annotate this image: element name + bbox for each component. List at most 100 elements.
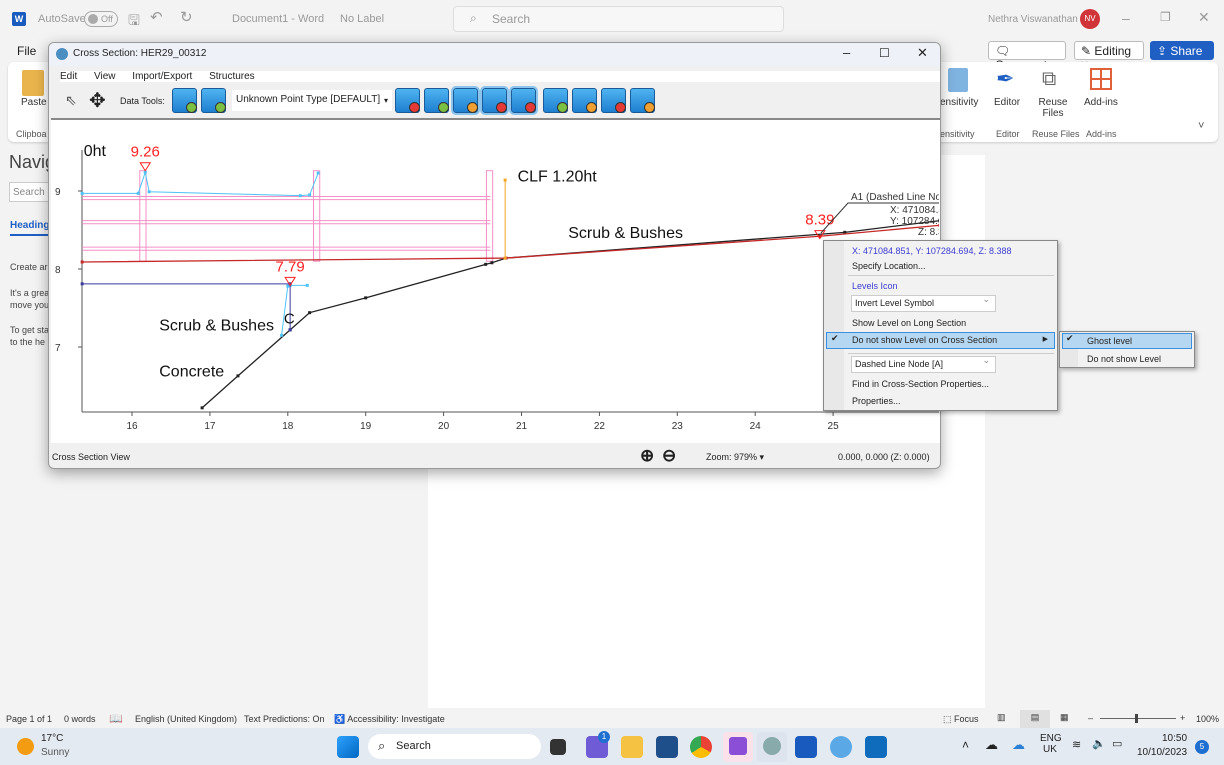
data-point — [298, 194, 302, 198]
data-point — [80, 191, 84, 195]
x-tick-label: 16 — [126, 421, 138, 432]
data-point — [147, 190, 151, 194]
file-explorer-icon[interactable] — [621, 736, 643, 758]
clock-date[interactable]: 10/10/2023 — [1137, 747, 1187, 758]
menu-item-do-not-show-level-cross-section[interactable]: ✔ Do not show Level on Cross Section ▶ — [826, 332, 1055, 349]
paint-icon[interactable] — [830, 736, 852, 758]
chrome-icon[interactable] — [690, 736, 712, 758]
zoom-percent[interactable]: 100% — [1196, 714, 1219, 724]
zoom-out-button[interactable]: – — [1088, 713, 1093, 723]
taskbar-search[interactable]: ⌕ Search — [368, 734, 541, 759]
level-label: 8.39 — [805, 212, 834, 229]
cloud-icon[interactable]: ☁ — [985, 737, 998, 753]
series-line — [82, 170, 319, 197]
checkmark-icon: ✔ — [831, 333, 839, 343]
search-icon: ⌕ — [378, 738, 386, 753]
callout-z: Z: 8.3 — [918, 227, 944, 238]
x-tick-label: 17 — [204, 421, 216, 432]
node-select[interactable]: Dashed Line Node [A] — [851, 355, 996, 373]
data-point — [364, 296, 368, 300]
menu-gutter — [824, 241, 844, 410]
taskbar: 17°C Sunny ⌕ Search 1 ˄ ☁ ☁ ENG UK ≋ 🔈 ▭ … — [0, 728, 1224, 765]
accessibility-label: Accessibility: Investigate — [347, 714, 445, 724]
proofing-icon[interactable]: 📖 — [109, 712, 123, 725]
submenu-item-do-not-show-level[interactable]: Do not show Level — [1087, 354, 1161, 364]
task-view-icon[interactable] — [550, 739, 566, 755]
y-tick-label: 7 — [55, 343, 61, 354]
weather-condition[interactable]: Sunny — [41, 747, 69, 758]
data-point — [236, 374, 240, 378]
lang-line-2: UK — [1043, 744, 1057, 755]
level-label: 7.79 — [276, 258, 305, 275]
y-tick-label: 8 — [55, 265, 61, 276]
data-point — [305, 283, 309, 287]
zoom-slider[interactable] — [1100, 718, 1176, 719]
menu-item-properties[interactable]: Properties... — [852, 396, 901, 406]
data-point — [288, 328, 292, 332]
callout-x: X: 471084.8 — [890, 205, 944, 216]
zoom-slider-thumb[interactable] — [1135, 714, 1138, 723]
data-point — [80, 260, 84, 264]
temperature[interactable]: 17°C — [41, 733, 63, 744]
visual-studio-icon[interactable] — [723, 732, 753, 762]
zoom-in-button[interactable]: + — [1180, 713, 1185, 723]
annotation-label: C — [284, 311, 295, 328]
data-point — [484, 262, 488, 266]
word-count[interactable]: 0 words — [64, 714, 96, 724]
menu-separator — [848, 275, 1054, 276]
data-point — [80, 282, 84, 286]
show-hidden-icons[interactable]: ˄ — [962, 738, 969, 752]
menu-separator — [848, 353, 1054, 354]
text-predictions[interactable]: Text Predictions: On — [244, 714, 325, 724]
data-point — [490, 261, 494, 265]
web-layout-icon[interactable]: ▦ — [1060, 712, 1069, 723]
accessibility-status[interactable]: ♿ Accessibility: Investigate — [334, 714, 445, 725]
menu-item-show-level-long-section[interactable]: Show Level on Long Section — [852, 318, 966, 328]
battery-icon[interactable]: ▭ — [1112, 737, 1122, 750]
x-tick-label: 21 — [516, 421, 528, 432]
clock-time[interactable]: 10:50 — [1162, 733, 1187, 744]
wifi-icon[interactable]: ≋ — [1072, 738, 1081, 751]
x-tick-label: 22 — [594, 421, 606, 432]
x-tick-label: 18 — [282, 421, 294, 432]
annotation-label: Scrub & Bushes — [568, 225, 683, 242]
language[interactable]: English (United Kingdom) — [135, 714, 237, 724]
data-point — [503, 178, 507, 182]
data-point — [316, 171, 320, 175]
annotation-label: CLF 1.20ht — [518, 169, 598, 186]
page-count[interactable]: Page 1 of 1 — [6, 714, 52, 724]
annotation-label: 0ht — [84, 143, 107, 160]
data-point — [308, 311, 312, 315]
series-line — [82, 224, 939, 263]
menu-item-find-properties[interactable]: Find in Cross-Section Properties... — [852, 379, 989, 389]
language-indicator[interactable]: ENG UK — [1040, 733, 1062, 755]
sun-weather-icon[interactable] — [17, 738, 34, 755]
store-icon[interactable] — [656, 736, 678, 758]
x-tick-label: 25 — [828, 421, 840, 432]
level-marker-icon — [139, 162, 152, 172]
start-windows-icon[interactable] — [337, 736, 359, 758]
x-tick-label: 23 — [672, 421, 684, 432]
focus-button[interactable]: ⬚ Focus — [943, 714, 979, 725]
submenu-item-ghost-level[interactable]: ✔ Ghost level — [1062, 333, 1192, 349]
gr-app-icon[interactable] — [757, 732, 787, 762]
data-point — [503, 256, 507, 260]
x-tick-label: 19 — [360, 421, 372, 432]
notification-badge[interactable]: 5 — [1195, 740, 1209, 754]
data-point — [136, 191, 140, 195]
word-taskbar-icon[interactable] — [795, 736, 817, 758]
annotation-label: Concrete — [159, 364, 224, 381]
print-layout-icon[interactable]: ▤ — [1020, 710, 1050, 728]
chat-badge: 1 — [598, 731, 610, 743]
x-tick-label: 20 — [438, 421, 450, 432]
x-tick-label: 24 — [750, 421, 762, 432]
outlook-icon[interactable] — [865, 736, 887, 758]
level-symbol-select[interactable]: Invert Level Symbol — [851, 294, 996, 312]
word-status-bar: Page 1 of 1 0 words 📖 English (United Ki… — [0, 710, 1224, 728]
data-point — [280, 333, 284, 337]
location-coordinates: X: 471084.851, Y: 107284.694, Z: 8.388 — [852, 246, 1012, 256]
read-mode-icon[interactable]: ▥ — [997, 712, 1006, 723]
onedrive-icon[interactable]: ☁ — [1012, 737, 1025, 753]
volume-icon[interactable]: 🔈 — [1092, 737, 1106, 750]
menu-item-specify-location[interactable]: Specify Location... — [852, 261, 926, 271]
